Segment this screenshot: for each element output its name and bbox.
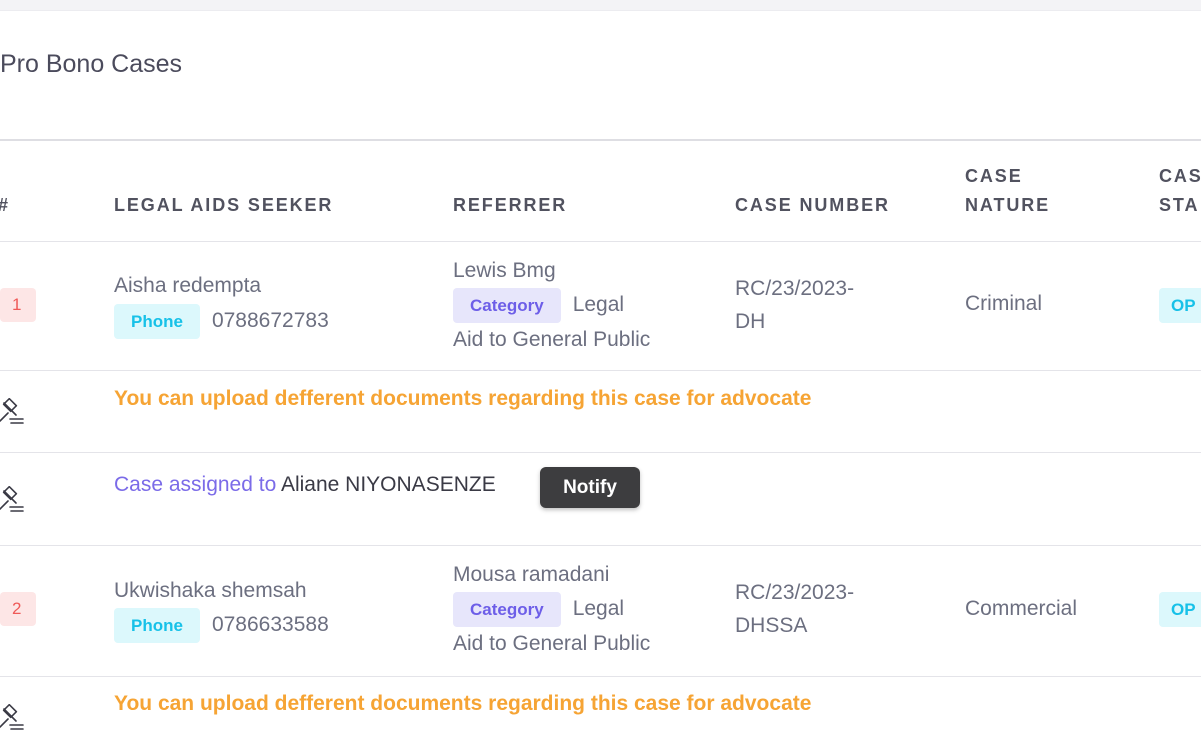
row-index-badge: 1 <box>0 288 36 322</box>
row-divider <box>0 676 1201 677</box>
case-status-badge: OP <box>1159 288 1201 323</box>
gavel-icon[interactable] <box>0 486 26 516</box>
case-number: RC/23/2023- DHSSA <box>735 576 935 642</box>
referrer-name: Lewis Bmg <box>453 259 556 282</box>
assigned-label: Case assigned to <box>114 473 277 496</box>
col-case-nature-line1: CASE <box>965 166 1023 186</box>
row-divider <box>0 370 1201 371</box>
notify-button[interactable]: Notify <box>540 467 640 508</box>
referrer-cell: Mousa ramadani Category Legal Aid to Gene… <box>453 558 693 661</box>
header-top-divider <box>0 139 1201 141</box>
referrer-name: Mousa ramadani <box>453 563 610 586</box>
case-number-line1: RC/23/2023- <box>735 277 855 300</box>
case-number-line1: RC/23/2023- <box>735 581 855 604</box>
case-number-line2: DHSSA <box>735 614 808 637</box>
seeker-name: Ukwishaka shemsah <box>114 579 307 602</box>
row-divider <box>0 545 1201 546</box>
page-title: Pro Bono Cases <box>0 50 183 78</box>
col-case-number: CASE NUMBER <box>735 195 890 215</box>
case-number: RC/23/2023- DH <box>735 272 935 338</box>
row-index-badge: 2 <box>0 592 36 626</box>
col-case-status-line2: STA <box>1159 195 1200 215</box>
gavel-icon[interactable] <box>0 704 26 734</box>
col-referrer: REFERRER <box>453 195 568 215</box>
top-band <box>0 0 1201 11</box>
category-badge: Category <box>453 592 561 627</box>
gavel-icon[interactable] <box>0 398 26 428</box>
seeker-phone: Phone 0786633588 <box>114 608 329 643</box>
col-seeker: LEGAL AIDS SEEKER <box>114 195 334 215</box>
row-divider <box>0 241 1201 242</box>
phone-label-badge: Phone <box>114 608 200 643</box>
case-number-line2: DH <box>735 310 766 333</box>
seeker-name: Aisha redempta <box>114 274 262 297</box>
upload-documents-hint: You can upload defferent documents regar… <box>114 387 812 410</box>
phone-label-badge: Phone <box>114 304 200 339</box>
assigned-advocate: Aliane NIYONASENZE <box>280 473 496 496</box>
phone-number: 0788672783 <box>211 309 329 333</box>
referrer-cell: Lewis Bmg Category Legal Aid to General P… <box>453 254 693 357</box>
case-assignment: Case assigned to Aliane NIYONASENZE <box>114 473 496 497</box>
seeker-phone: Phone 0788672783 <box>114 304 329 339</box>
case-nature: Criminal <box>965 292 1043 315</box>
category-badge: Category <box>453 288 561 323</box>
row-divider <box>0 452 1201 453</box>
category-value-line1: Legal <box>572 597 625 621</box>
col-case-nature-line2: NATURE <box>965 195 1051 215</box>
case-nature: Commercial <box>965 597 1078 620</box>
col-index: # <box>0 191 10 220</box>
phone-number: 0786633588 <box>211 613 329 637</box>
category-value-line2: Aid to General Public <box>453 632 651 655</box>
category-value-line2: Aid to General Public <box>453 328 651 351</box>
col-case-status-line1: CAS <box>1159 166 1201 186</box>
category-value-line1: Legal <box>572 293 625 317</box>
case-status-badge: OP <box>1159 592 1201 627</box>
upload-documents-hint: You can upload defferent documents regar… <box>114 692 812 715</box>
